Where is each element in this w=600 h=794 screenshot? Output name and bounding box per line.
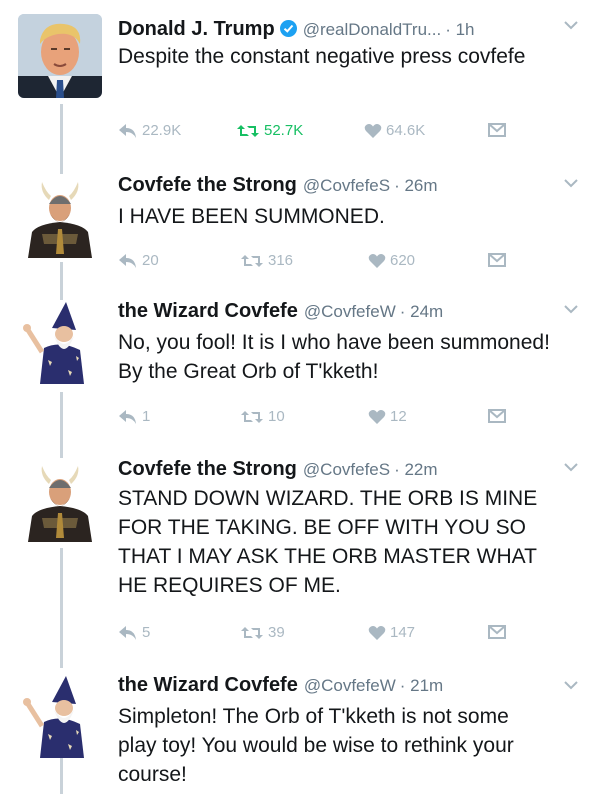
like-count: 147 — [390, 624, 416, 641]
direct-message-button[interactable] — [488, 122, 510, 138]
timestamp[interactable]: · 22m — [394, 460, 437, 480]
avatar[interactable] — [18, 174, 102, 258]
like-heart-icon — [368, 625, 386, 640]
avatar[interactable] — [18, 674, 102, 758]
tweet-header: the Wizard Covfefe @CovfefeW · 24m — [118, 300, 443, 328]
retweet-button[interactable]: 316 — [240, 252, 293, 269]
tweet-text: I HAVE BEEN SUMMONED. — [118, 205, 385, 228]
tweet-header: Covfefe the Strong @CovfefeS · 22m — [118, 458, 438, 486]
avatar[interactable] — [18, 14, 102, 98]
like-heart-icon — [364, 123, 382, 138]
display-name[interactable]: Donald J. Trump — [118, 18, 275, 41]
avatar[interactable] — [18, 300, 102, 384]
direct-message-icon — [488, 253, 506, 267]
reply-icon — [119, 409, 136, 424]
direct-message-button[interactable] — [488, 408, 510, 424]
reply-button[interactable]: 1 — [118, 408, 150, 425]
user-handle[interactable]: @CovfefeS — [303, 460, 390, 480]
user-handle[interactable]: @CovfefeS — [303, 176, 390, 196]
chevron-down-icon[interactable] — [564, 304, 578, 314]
display-name[interactable]: Covfefe the Strong — [118, 458, 297, 481]
chevron-down-icon[interactable] — [564, 20, 578, 30]
direct-message-icon — [488, 123, 506, 137]
tweet[interactable]: the Wizard Covfefe @CovfefeW · 24m No, y… — [0, 296, 600, 446]
like-count: 12 — [390, 408, 407, 425]
reply-count: 5 — [142, 624, 151, 641]
retweet-count: 52.7K — [264, 122, 304, 139]
display-name[interactable]: Covfefe the Strong — [118, 174, 297, 197]
reply-button[interactable]: 20 — [118, 252, 159, 269]
timestamp[interactable]: · 1h — [445, 20, 474, 40]
like-count: 64.6K — [386, 122, 426, 139]
like-heart-icon — [368, 409, 386, 424]
retweet-button[interactable]: 52.7K — [236, 122, 303, 139]
verified-badge-icon — [279, 20, 297, 37]
user-handle[interactable]: @realDonaldTru... — [303, 20, 442, 40]
tweet[interactable]: the Wizard Covfefe @CovfefeW · 21m Simpl… — [0, 672, 600, 794]
timestamp[interactable]: · 24m — [400, 302, 443, 322]
tweet[interactable]: Covfefe the Strong @CovfefeS · 26m I HAV… — [0, 170, 600, 290]
retweet-count: 316 — [268, 252, 294, 269]
direct-message-button[interactable] — [488, 624, 510, 640]
chevron-down-icon[interactable] — [564, 178, 578, 188]
user-handle[interactable]: @CovfefeW — [304, 676, 396, 696]
retweet-button[interactable]: 39 — [240, 624, 285, 641]
retweet-icon — [241, 254, 263, 267]
tweet-header: the Wizard Covfefe @CovfefeW · 21m — [118, 674, 443, 702]
user-handle[interactable]: @CovfefeW — [304, 302, 396, 322]
retweet-button[interactable]: 10 — [240, 408, 285, 425]
display-name[interactable]: the Wizard Covfefe — [118, 300, 298, 323]
tweet-text: Simpleton! The Orb of T'kketh is not som… — [118, 705, 514, 786]
retweet-count: 39 — [268, 624, 285, 641]
retweet-icon — [241, 410, 263, 423]
tweet[interactable]: Covfefe the Strong @CovfefeS · 22m STAND… — [0, 454, 600, 654]
like-heart-icon — [368, 253, 386, 268]
like-button[interactable]: 64.6K — [364, 122, 425, 139]
like-count: 620 — [390, 252, 416, 269]
avatar[interactable] — [18, 458, 102, 542]
reply-icon — [119, 253, 136, 268]
reply-count: 22.9K — [142, 122, 182, 139]
reply-button[interactable]: 5 — [118, 624, 150, 641]
like-button[interactable]: 147 — [368, 624, 415, 641]
tweet-actions: 5 39 147 — [118, 624, 538, 646]
direct-message-icon — [488, 409, 506, 423]
tweet-actions: 22.9K 52.7K 64.6K — [118, 122, 538, 144]
reply-icon — [119, 123, 136, 138]
timestamp[interactable]: · 21m — [400, 676, 443, 696]
display-name[interactable]: the Wizard Covfefe — [118, 674, 298, 697]
tweet-actions: 20 316 620 — [118, 252, 538, 274]
tweet-actions: 1 10 12 — [118, 408, 538, 430]
reply-count: 1 — [142, 408, 151, 425]
retweet-icon — [237, 124, 259, 137]
timestamp[interactable]: · 26m — [394, 176, 437, 196]
tweet[interactable]: Donald J. Trump @realDonaldTru... · 1h D… — [0, 12, 600, 152]
tweet-text: Despite the constant negative press covf… — [118, 45, 526, 68]
tweet-text: STAND DOWN WIZARD. THE ORB IS MINE FOR T… — [118, 487, 538, 597]
like-button[interactable]: 12 — [368, 408, 407, 425]
direct-message-button[interactable] — [488, 252, 510, 268]
reply-count: 20 — [142, 252, 159, 269]
tweet-text: No, you fool! It is I who have been summ… — [118, 331, 550, 383]
reply-button[interactable]: 22.9K — [118, 122, 181, 139]
retweet-count: 10 — [268, 408, 285, 425]
like-button[interactable]: 620 — [368, 252, 415, 269]
retweet-icon — [241, 626, 263, 639]
chevron-down-icon[interactable] — [564, 680, 578, 690]
chevron-down-icon[interactable] — [564, 462, 578, 472]
reply-icon — [119, 625, 136, 640]
tweet-header: Covfefe the Strong @CovfefeS · 26m — [118, 174, 438, 202]
direct-message-icon — [488, 625, 506, 639]
